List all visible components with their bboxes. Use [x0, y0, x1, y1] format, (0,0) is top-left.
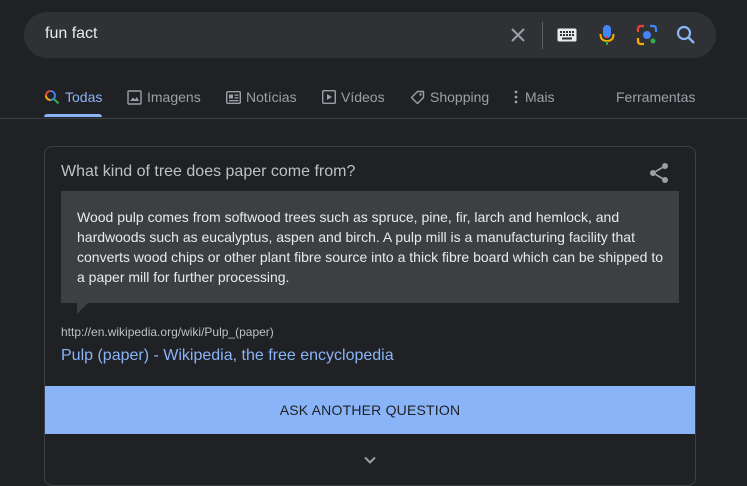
- tab-label: Imagens: [147, 89, 201, 105]
- tools-button[interactable]: Ferramentas: [616, 87, 695, 107]
- source-url: http://en.wikipedia.org/wiki/Pulp_(paper…: [61, 325, 274, 339]
- share-icon[interactable]: [647, 161, 671, 185]
- tab-imagens[interactable]: Imagens: [127, 87, 201, 107]
- source-link[interactable]: Pulp (paper) - Wikipedia, the free encyc…: [61, 347, 394, 365]
- tab-mais[interactable]: Mais: [512, 87, 555, 107]
- chevron-down-icon[interactable]: [360, 450, 380, 470]
- active-tab-indicator: [44, 114, 102, 117]
- tag-icon: [410, 90, 425, 105]
- ask-another-question-button[interactable]: ASK ANOTHER QUESTION: [45, 386, 695, 434]
- tab-shopping[interactable]: Shopping: [410, 87, 489, 107]
- featured-answer-card: What kind of tree does paper come from? …: [44, 146, 696, 486]
- more-vert-icon: [512, 90, 520, 104]
- card-question: What kind of tree does paper come from?: [61, 163, 356, 180]
- answer-bubble-tail: [77, 302, 89, 314]
- image-icon: [127, 89, 142, 105]
- tab-label: Shopping: [430, 89, 490, 105]
- tab-videos[interactable]: Vídeos: [322, 87, 385, 107]
- video-icon: [322, 90, 336, 104]
- tab-todas[interactable]: Todas: [44, 87, 102, 107]
- tab-noticias[interactable]: Notícias: [226, 87, 297, 107]
- search-icon: [44, 89, 60, 105]
- search-tabs: Todas Imagens Notícias Vídeos Shopping M…: [0, 0, 747, 119]
- tab-label: Notícias: [246, 89, 297, 105]
- news-icon: [226, 90, 241, 104]
- answer-text: Wood pulp comes from softwood trees such…: [61, 191, 679, 303]
- tools-label: Ferramentas: [616, 89, 696, 105]
- tab-label: Mais: [525, 89, 555, 105]
- tab-label: Vídeos: [341, 89, 385, 105]
- tab-label: Todas: [65, 89, 103, 105]
